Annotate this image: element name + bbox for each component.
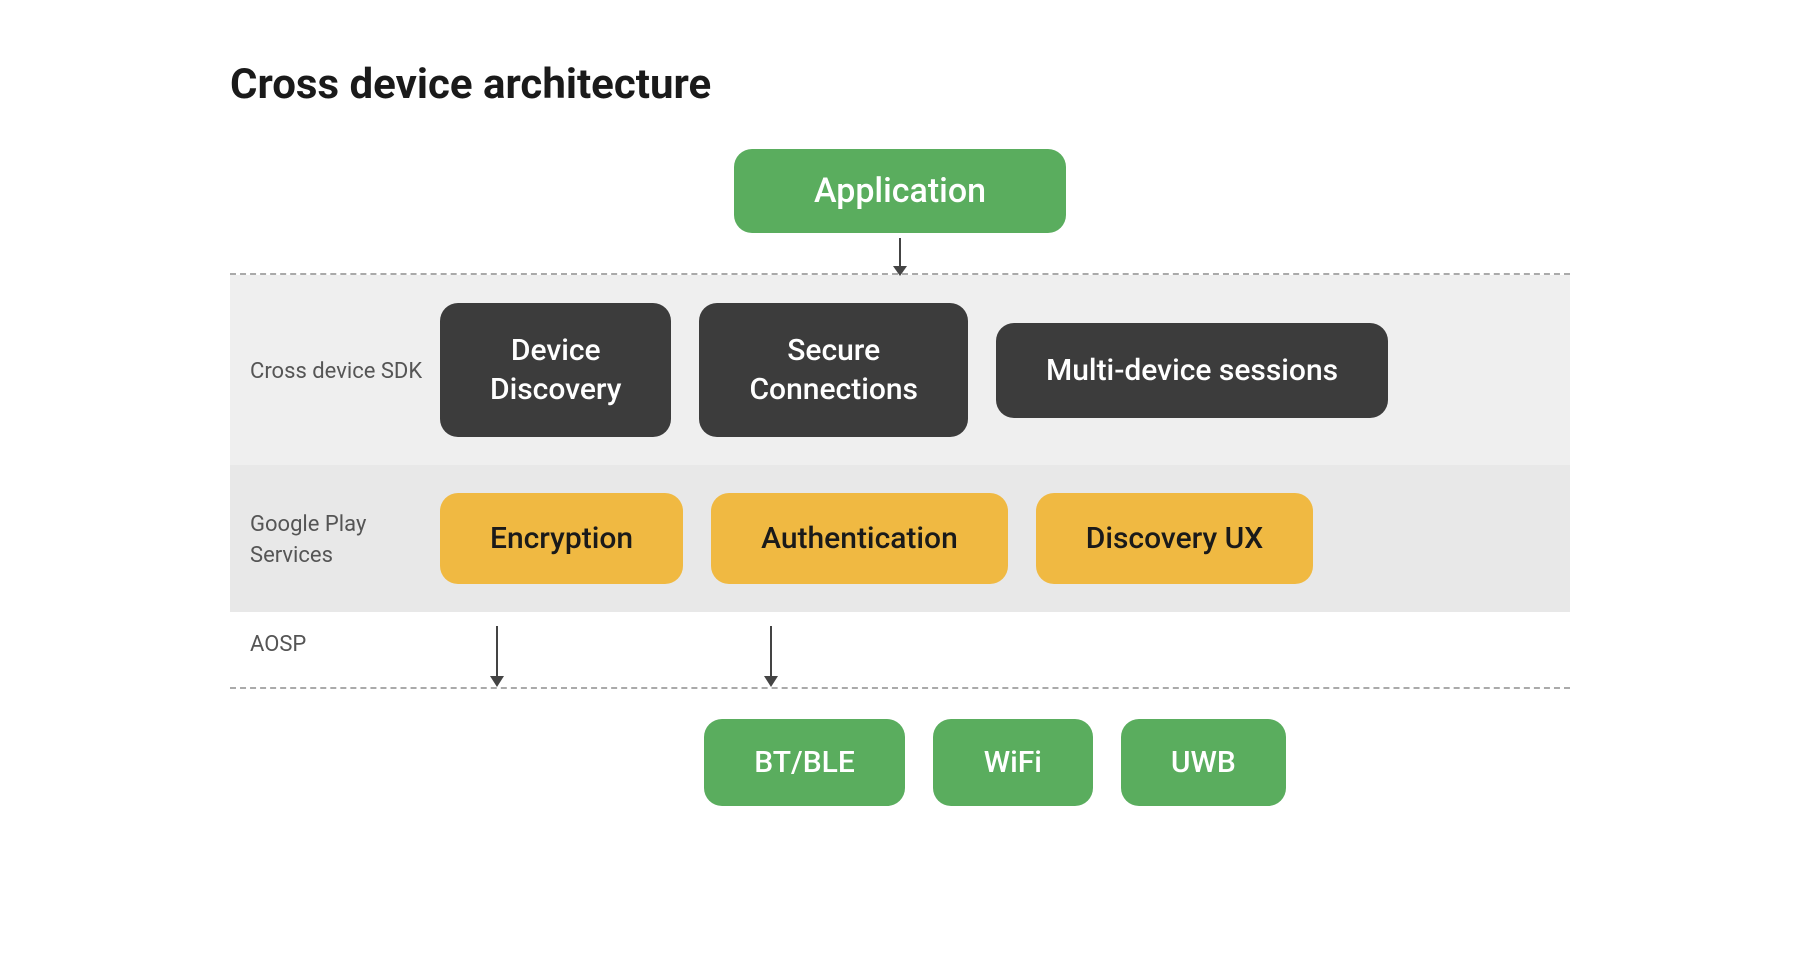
arrow-left: [490, 626, 504, 687]
uwb-box: UWB: [1121, 719, 1286, 806]
secure-connections-box: SecureConnections: [699, 303, 968, 437]
page-title: Cross device architecture: [230, 60, 1570, 109]
wifi-box: WiFi: [933, 719, 1093, 806]
device-discovery-box: DeviceDiscovery: [440, 303, 671, 437]
multi-device-sessions-box: Multi-device sessions: [996, 323, 1388, 418]
discovery-ux-box: Discovery UX: [1036, 493, 1313, 584]
encryption-box: Encryption: [440, 493, 683, 584]
arrow-right: [764, 626, 778, 687]
sdk-label: Cross device SDK: [250, 353, 440, 388]
application-box: Application: [734, 149, 1066, 233]
authentication-box: Authentication: [711, 493, 1008, 584]
gps-label: Google PlayServices: [250, 506, 440, 572]
aosp-label: AOSP: [250, 626, 440, 661]
bt-ble-box: BT/BLE: [704, 719, 905, 806]
